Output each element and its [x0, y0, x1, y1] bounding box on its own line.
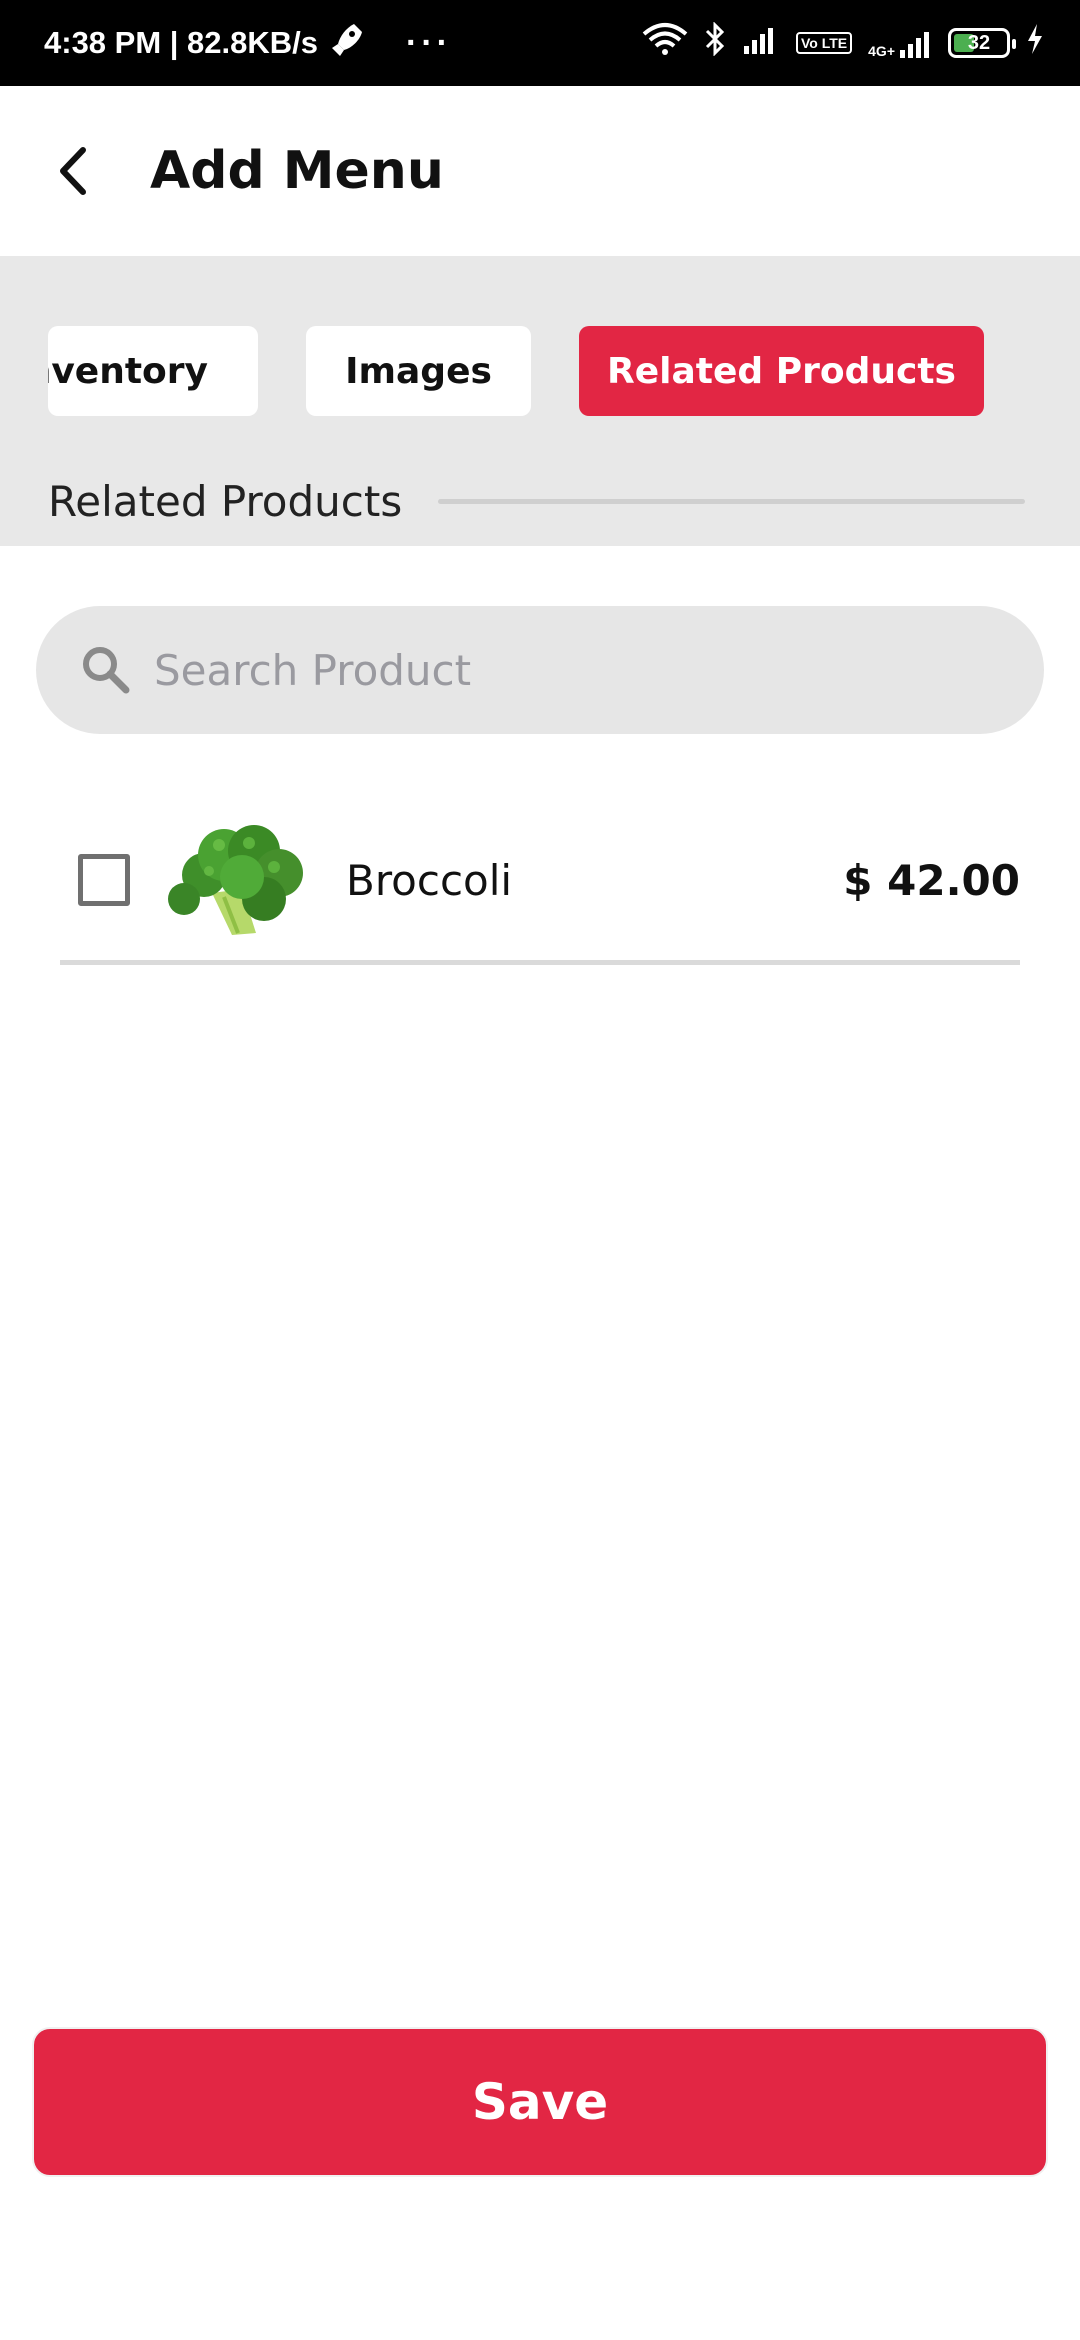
search-input[interactable] [154, 645, 954, 695]
search-icon [83, 647, 130, 694]
page-title: Add Menu [150, 141, 444, 201]
rocket-icon [332, 22, 363, 64]
status-bar-left: 4:38 PM | 82.8KB/s ··· [44, 22, 452, 64]
list-item[interactable]: Broccoli $ 42.00 [60, 800, 1020, 960]
wifi-icon [642, 22, 688, 64]
back-button[interactable] [38, 136, 108, 206]
tabs-row: Inventory Images Related Products [0, 326, 1080, 418]
status-dots: ··· [406, 23, 452, 62]
battery-icon: 32 [948, 28, 1016, 58]
search-bar[interactable] [36, 606, 1044, 734]
section-header: Related Products [48, 466, 1025, 536]
product-price: $ 42.00 [843, 855, 1020, 905]
row-divider [60, 960, 1020, 965]
signal-4g-group: 4G+ [868, 28, 932, 58]
battery-level: 32 [967, 31, 991, 54]
app-bar: Add Menu [0, 86, 1080, 256]
product-name: Broccoli [346, 855, 513, 905]
network-type: 4G+ [868, 43, 895, 59]
tab-images-label: Images [345, 350, 492, 392]
save-button[interactable]: Save [32, 2027, 1048, 2177]
tab-inventory-label: Inventory [48, 350, 208, 392]
signal-icon [742, 24, 780, 62]
signal-4g-icon [900, 32, 929, 58]
section-divider [438, 498, 1025, 504]
tab-inventory[interactable]: Inventory [48, 326, 258, 416]
product-checkbox[interactable] [78, 854, 130, 906]
section-title: Related Products [48, 476, 403, 526]
broccoli-image [168, 825, 303, 935]
status-time-speed: 4:38 PM | 82.8KB/s [44, 25, 319, 60]
status-bar-right: Vo LTE 4G+ 32 [642, 21, 1044, 64]
status-bar: 4:38 PM | 82.8KB/s ··· Vo LTE 4G+ 32 [0, 0, 1080, 86]
tab-images[interactable]: Images [306, 326, 531, 416]
bluetooth-icon [704, 21, 726, 64]
tab-related-products-label: Related Products [607, 350, 956, 392]
back-arrow-icon [60, 147, 86, 195]
charging-icon [1026, 24, 1044, 62]
tabs-area: Inventory Images Related Products Relate… [0, 256, 1080, 546]
volte-badge: Vo LTE [795, 32, 853, 54]
tab-related-products[interactable]: Related Products [579, 326, 984, 416]
